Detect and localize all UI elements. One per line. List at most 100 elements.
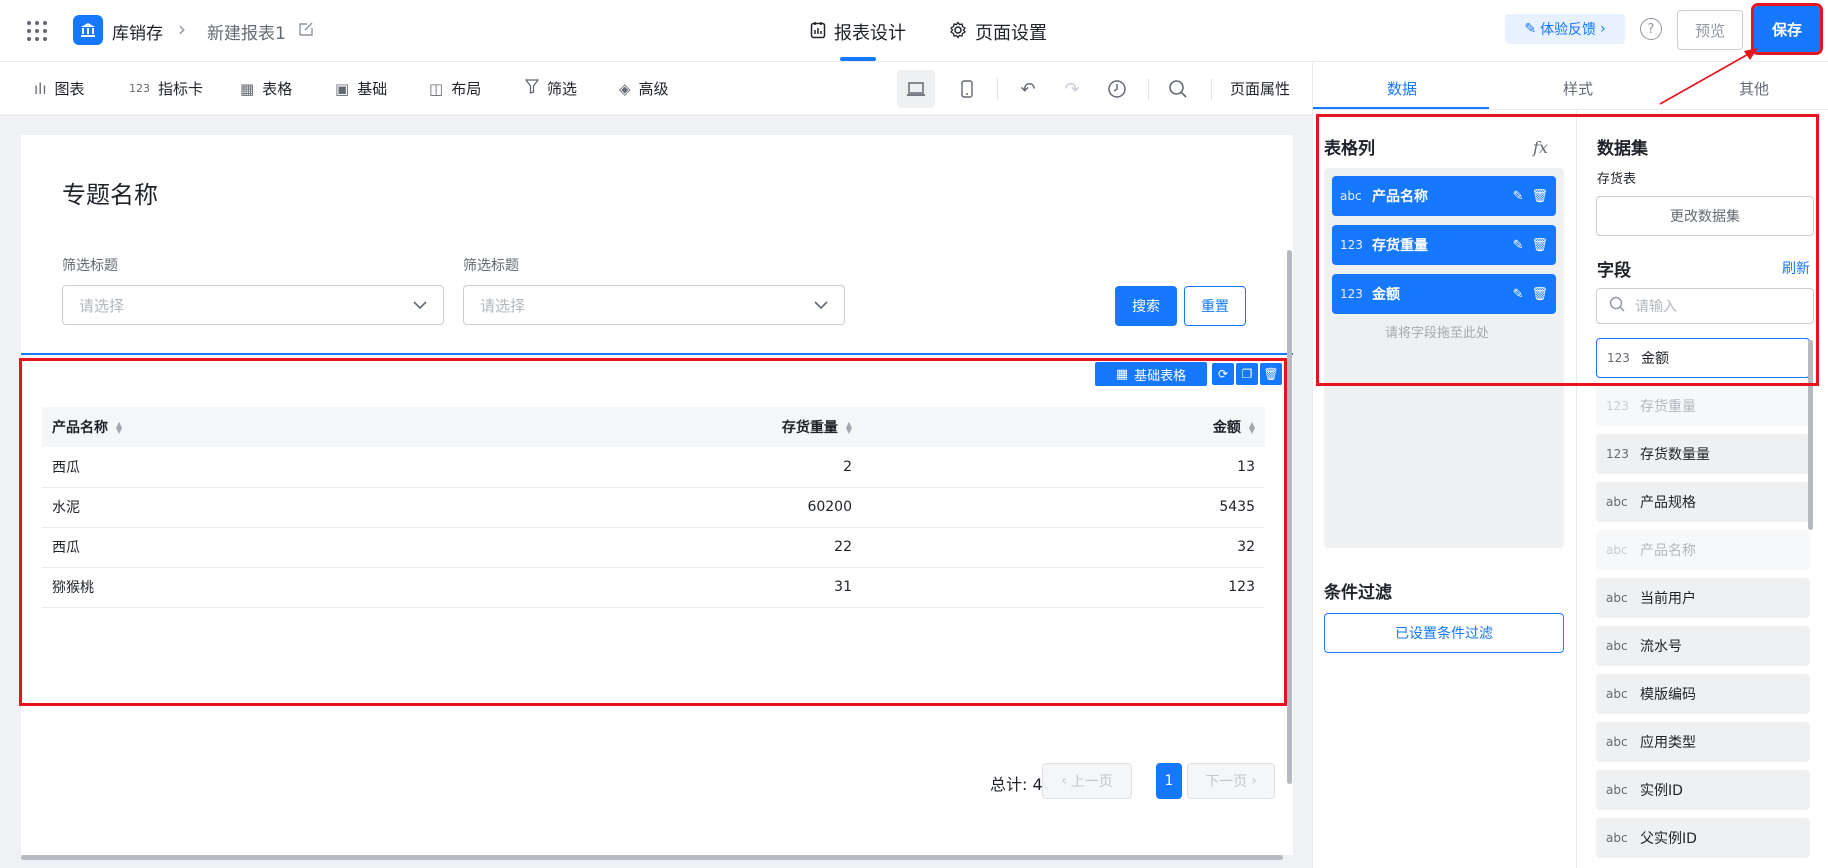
field-list-scrollbar[interactable] — [1808, 340, 1813, 530]
preview-button[interactable]: 预览 — [1677, 10, 1743, 50]
edit-icon[interactable]: ✎ — [1513, 238, 1524, 253]
filter-icon — [524, 79, 540, 98]
page-title[interactable]: 专题名称 — [62, 175, 158, 210]
search-button[interactable]: 搜索 — [1115, 286, 1177, 326]
copy-icon[interactable]: ❐ — [1236, 363, 1258, 385]
tab-other[interactable]: 其他 — [1739, 78, 1769, 99]
edit-icon[interactable]: ✎ — [1513, 189, 1524, 204]
chevron-right-icon: › — [1251, 773, 1257, 789]
toolbar-chart[interactable]: ılı 图表 — [34, 78, 85, 99]
field-item[interactable]: abc 当前用户 — [1596, 578, 1810, 618]
search-placeholder: 请输入 — [1635, 299, 1677, 315]
toolbar-advanced[interactable]: ◈ 高级 — [619, 78, 669, 99]
component-type-tag[interactable]: ▦ 基础表格 — [1095, 362, 1207, 386]
toolbar-label: 指标卡 — [158, 80, 204, 98]
edit-icon[interactable]: ✎ — [1513, 287, 1524, 302]
desktop-view-icon[interactable] — [897, 70, 935, 108]
divider — [997, 78, 998, 100]
toolbar-metric-card[interactable]: 123 指标卡 — [129, 78, 203, 99]
refresh-link[interactable]: 刷新 — [1782, 258, 1810, 278]
toolbar-layout[interactable]: ◫ 布局 — [429, 78, 481, 99]
reset-button[interactable]: 重置 — [1184, 286, 1246, 326]
filter-select[interactable]: 请选择 — [463, 285, 845, 325]
page-number-button[interactable]: 1 — [1156, 763, 1182, 799]
page-properties-button[interactable]: 页面属性 — [1230, 78, 1290, 99]
filter-label: 筛选标题 — [463, 258, 519, 274]
sort-icon[interactable]: ▲ ▼ — [116, 421, 122, 435]
prev-page-button[interactable]: ‹ 上一页 — [1042, 763, 1132, 799]
save-button[interactable]: 保存 — [1751, 3, 1823, 55]
feedback-button[interactable]: ✎ 体验反馈 › — [1505, 14, 1625, 44]
table-cell: 2 — [462, 447, 862, 488]
tab-report-design[interactable]: 报表设计 — [810, 19, 906, 61]
tab-label: 页面设置 — [975, 23, 1047, 44]
field-item[interactable]: abc 产品规格 — [1596, 482, 1810, 522]
delete-icon[interactable]: 🗑 — [1531, 287, 1548, 302]
sort-icon[interactable]: ▲ ▼ — [1249, 421, 1255, 435]
column-pill[interactable]: 123 存货重量 ✎ 🗑 — [1332, 225, 1556, 265]
top-bar: 库销存 › 新建报表1 报表设计 页面设置 ✎ 体验反馈 › ? 预览 保存 — [0, 0, 1828, 62]
field-item[interactable]: 123 存货重量 — [1596, 386, 1810, 426]
refresh-icon[interactable]: ⟳ — [1212, 363, 1234, 385]
filter-select[interactable]: 请选择 — [62, 285, 444, 325]
tab-page-settings[interactable]: 页面设置 — [949, 19, 1047, 45]
table-header-row: 产品名称 ▲ ▼ 存货重量 ▲ ▼ 金额 ▲ ▼ — [42, 407, 1265, 447]
metric-card-icon: 123 — [129, 82, 150, 95]
field-search-input[interactable]: 请输入 — [1596, 288, 1814, 324]
field-item[interactable]: abc 应用类型 — [1596, 722, 1810, 762]
app-grid-icon[interactable] — [27, 21, 47, 41]
delete-icon[interactable]: 🗑 — [1260, 363, 1282, 385]
sort-icon[interactable]: ▲ ▼ — [846, 421, 852, 435]
report-page: 专题名称 筛选标题 请选择 筛选标题 请选择 搜索 重置 产品名称 ▲ ▼ 存货重量… — [21, 135, 1293, 855]
field-item[interactable]: abc 实例ID — [1596, 770, 1810, 810]
toolbar-table[interactable]: ▦ 表格 — [240, 78, 292, 99]
next-page-button[interactable]: 下一页 › — [1187, 763, 1275, 799]
change-dataset-button[interactable]: 更改数据集 — [1596, 196, 1814, 236]
delete-icon[interactable]: 🗑 — [1531, 238, 1548, 253]
field-item[interactable]: 123 存货数量量 — [1596, 434, 1810, 474]
field-item[interactable]: abc 模版编码 — [1596, 674, 1810, 714]
divider — [1148, 78, 1149, 100]
tab-data[interactable]: 数据 — [1387, 78, 1417, 99]
vertical-scrollbar[interactable] — [1287, 250, 1292, 784]
condition-filter-button[interactable]: 已设置条件过滤 — [1324, 613, 1564, 653]
field-item[interactable]: abc 产品名称 — [1596, 530, 1810, 570]
data-table: 产品名称 ▲ ▼ 存货重量 ▲ ▼ 金额 ▲ ▼ 西瓜 2 13 水泥 60200 5435… — [42, 407, 1265, 608]
history-clock-icon[interactable] — [1098, 70, 1136, 108]
redo-icon[interactable]: ↷ — [1053, 70, 1091, 108]
field-item[interactable]: 123 金额 — [1596, 338, 1810, 378]
tab-style[interactable]: 样式 — [1563, 78, 1593, 99]
help-icon[interactable]: ? — [1640, 18, 1662, 40]
table-cell: 32 — [862, 527, 1265, 568]
app-name[interactable]: 库销存 — [112, 19, 163, 44]
horizontal-scrollbar[interactable] — [21, 855, 1283, 860]
filter-title: 条件过滤 — [1324, 583, 1392, 603]
column-header[interactable]: 存货重量 ▲ ▼ — [462, 407, 862, 447]
table-row: 西瓜 2 13 — [42, 447, 1265, 488]
formula-icon[interactable]: fx — [1533, 138, 1548, 157]
field-item[interactable]: abc 流水号 — [1596, 626, 1810, 666]
table-row: 西瓜 22 32 — [42, 527, 1265, 568]
toolbar-basic[interactable]: ▣ 基础 — [335, 78, 387, 99]
columns-title: 表格列 — [1324, 139, 1375, 159]
toolbar-label: 表格 — [262, 80, 293, 98]
field-item[interactable]: abc 父实例ID — [1596, 818, 1810, 858]
column-header[interactable]: 产品名称 ▲ ▼ — [42, 407, 462, 447]
edit-icon[interactable] — [298, 21, 314, 41]
undo-icon[interactable]: ↶ — [1009, 70, 1047, 108]
toolbar-filter[interactable]: 筛选 — [524, 78, 577, 99]
tab-label: 报表设计 — [834, 23, 906, 44]
column-pill[interactable]: abc 产品名称 ✎ 🗑 — [1332, 176, 1556, 216]
chevron-left-icon: ‹ — [1061, 773, 1067, 789]
mobile-view-icon[interactable] — [948, 70, 986, 108]
column-pill[interactable]: 123 金额 ✎ 🗑 — [1332, 274, 1556, 314]
field-type: 123 — [1340, 287, 1363, 301]
chevron-down-icon — [812, 296, 830, 318]
component-type-label: 基础表格 — [1134, 368, 1187, 384]
report-design-icon — [810, 21, 826, 44]
column-header[interactable]: 金额 ▲ ▼ — [862, 407, 1265, 447]
layout-icon: ◫ — [429, 79, 444, 98]
delete-icon[interactable]: 🗑 — [1531, 189, 1548, 204]
gear-icon — [949, 20, 967, 44]
search-icon[interactable] — [1159, 70, 1197, 108]
